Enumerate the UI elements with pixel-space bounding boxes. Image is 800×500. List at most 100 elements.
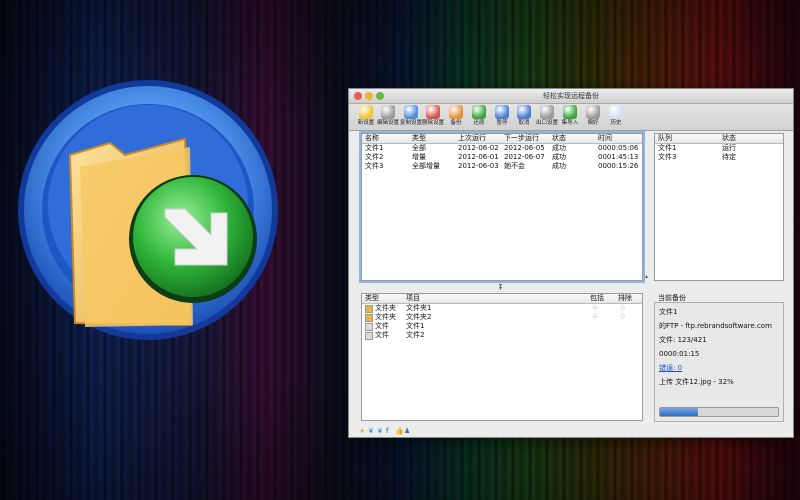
column-header-type[interactable]: 类型 — [412, 134, 426, 143]
table-cell: 全部增量 — [412, 162, 440, 170]
file-icon — [365, 332, 373, 340]
queue-table-header — [655, 134, 783, 144]
queue-cell: 文件1 — [658, 144, 677, 152]
table-cell: 2012-06-05 — [504, 144, 545, 152]
edit-setting-icon — [381, 105, 395, 119]
table-cell: 0001:45:13 — [598, 153, 639, 161]
current-upload-status: 上传 文件12.jpg - 32% — [659, 378, 734, 386]
star-icon[interactable]: ★ — [359, 427, 367, 435]
toolbar-button-label: 历史 — [610, 120, 622, 126]
column-header-include[interactable]: 包括 — [590, 294, 604, 303]
column-header-time[interactable]: 时间 — [598, 134, 612, 143]
column-header-last-run[interactable]: 上次运行 — [458, 134, 486, 143]
import-icon — [563, 105, 577, 119]
item-type: 文件夹 — [375, 304, 396, 312]
queue-row[interactable]: 文件1 运行 — [655, 144, 783, 153]
window-titlebar: 轻松实现远程备份 — [349, 89, 793, 104]
new-setting-icon — [359, 105, 373, 119]
list-item[interactable]: 文件夹 文件夹2 ⁘ ⁘ — [362, 313, 642, 322]
item-name: 文件夹1 — [406, 304, 432, 312]
current-backup-name: 文件1 — [659, 308, 678, 316]
backup-icon — [449, 105, 463, 119]
table-cell: 0000:15:26 — [598, 162, 639, 170]
items-table: 类型 项目 包括 排除 文件夹 文件夹1 ⁘ ⁘ 文件夹 文件夹2 ⁘ ⁘ 文件 文件1 文件 文件2 — [361, 293, 643, 421]
column-header-exclude[interactable]: 排除 — [618, 294, 632, 303]
item-type: 文件 — [375, 331, 389, 339]
queue-cell: 待定 — [722, 153, 736, 161]
history-button[interactable]: 历史 — [603, 105, 629, 129]
copy-setting-icon — [404, 105, 418, 119]
column-header-item[interactable]: 项目 — [406, 294, 420, 303]
table-row[interactable]: 文件2 增量 2012-06-01 2012-06-07 成功 0001:45:13 — [362, 153, 642, 162]
table-row[interactable]: 文件3 全部增量 2012-06-03 她不会 成功 0000:15:26 — [362, 162, 642, 171]
item-name: 文件2 — [406, 331, 425, 339]
export-setting-icon — [540, 105, 554, 119]
table-cell: 2012-06-07 — [504, 153, 545, 161]
column-header-next-run[interactable]: 下一步运行 — [504, 134, 539, 143]
table-cell: 2012-06-02 — [458, 144, 499, 152]
item-type: 文件夹 — [375, 313, 396, 321]
zoom-window-button[interactable] — [376, 92, 384, 100]
cancel-icon — [517, 105, 531, 119]
table-cell: 文件3 — [365, 162, 384, 170]
table-cell: 全部 — [412, 144, 426, 152]
window-title: 轻松实现远程备份 — [543, 92, 599, 100]
current-backup-files: 文件: 123/421 — [659, 336, 707, 344]
table-cell: 成功 — [552, 144, 566, 152]
current-backup-panel: 文件1 的FTP - ftp.rebrandsoftware.com 文件: 1… — [654, 302, 784, 422]
facebook-icon[interactable]: f — [386, 427, 394, 435]
exclude-checkbox[interactable]: ⁘ — [620, 304, 626, 313]
include-checkbox[interactable]: ⁘ — [592, 304, 598, 313]
exclude-checkbox[interactable]: ⁘ — [620, 313, 626, 322]
table-cell: 2012-06-01 — [458, 153, 499, 161]
item-type: 文件 — [375, 322, 389, 330]
file-icon — [365, 323, 373, 331]
column-header-queue-status[interactable]: 状态 — [722, 134, 736, 143]
list-item[interactable]: 文件 文件1 — [362, 322, 642, 331]
toolbar: 新设置 编辑设置 复制设置 删除设置 备份 还原 暂停 取消 出口设置 集导入 偏好 历史 — [349, 104, 793, 131]
pause-icon — [495, 105, 509, 119]
users-icon[interactable]: ♟ — [404, 427, 412, 435]
errors-link[interactable]: 错误: 0 — [659, 364, 682, 373]
column-header-status[interactable]: 状态 — [552, 134, 566, 143]
upload-progress-bar — [659, 407, 779, 417]
backups-table: 名称 类型 上次运行 下一步运行 状态 时间 文件1 全部 2012-06-02 20… — [359, 131, 645, 283]
table-cell: 成功 — [552, 162, 566, 170]
table-cell: 增量 — [412, 153, 426, 161]
minimize-window-button[interactable] — [365, 92, 373, 100]
table-cell: 她不会 — [504, 162, 525, 170]
column-header-queue[interactable]: 队列 — [658, 134, 672, 143]
app-logo-icon — [15, 77, 281, 343]
item-name: 文件1 — [406, 322, 425, 330]
column-header-kind[interactable]: 类型 — [365, 294, 379, 303]
folder-icon — [365, 305, 373, 313]
twitter-icon[interactable]: ❦ — [377, 427, 385, 435]
delete-setting-icon — [426, 105, 440, 119]
resize-handle-icon[interactable]: ▴ — [645, 273, 648, 280]
table-cell: 2012-06-03 — [458, 162, 499, 170]
list-item[interactable]: 文件夹 文件夹1 ⁘ ⁘ — [362, 304, 642, 313]
table-row[interactable]: 文件1 全部 2012-06-02 2012-06-05 成功 0000:05:06 — [362, 144, 642, 153]
restore-icon — [472, 105, 486, 119]
table-cell: 文件1 — [365, 144, 384, 152]
queue-row[interactable]: 文件3 待定 — [655, 153, 783, 162]
social-icons-bar: ★ ❦ ❦ f 👍♟ — [359, 427, 413, 437]
split-handle-lower-icon[interactable]: ▾ — [499, 285, 502, 292]
history-icon — [609, 105, 623, 119]
upload-progress-fill — [660, 408, 698, 416]
table-cell: 文件2 — [365, 153, 384, 161]
twitter-icon[interactable]: ❦ — [368, 427, 376, 435]
close-window-button[interactable] — [354, 92, 362, 100]
folder-icon — [365, 314, 373, 322]
include-checkbox[interactable]: ⁘ — [592, 313, 598, 322]
item-name: 文件夹2 — [406, 313, 432, 321]
table-cell: 0000:05:06 — [598, 144, 639, 152]
preferences-icon — [586, 105, 600, 119]
current-backup-server: 的FTP - ftp.rebrandsoftware.com — [659, 322, 772, 330]
list-item[interactable]: 文件 文件2 — [362, 331, 642, 340]
queue-table: 队列 状态 文件1 运行 文件3 待定 — [654, 133, 784, 281]
table-cell: 成功 — [552, 153, 566, 161]
column-header-name[interactable]: 名称 — [365, 134, 379, 143]
current-backup-elapsed: 0000:01:15 — [659, 350, 700, 358]
thumbs-up-icon[interactable]: 👍 — [395, 427, 404, 435]
